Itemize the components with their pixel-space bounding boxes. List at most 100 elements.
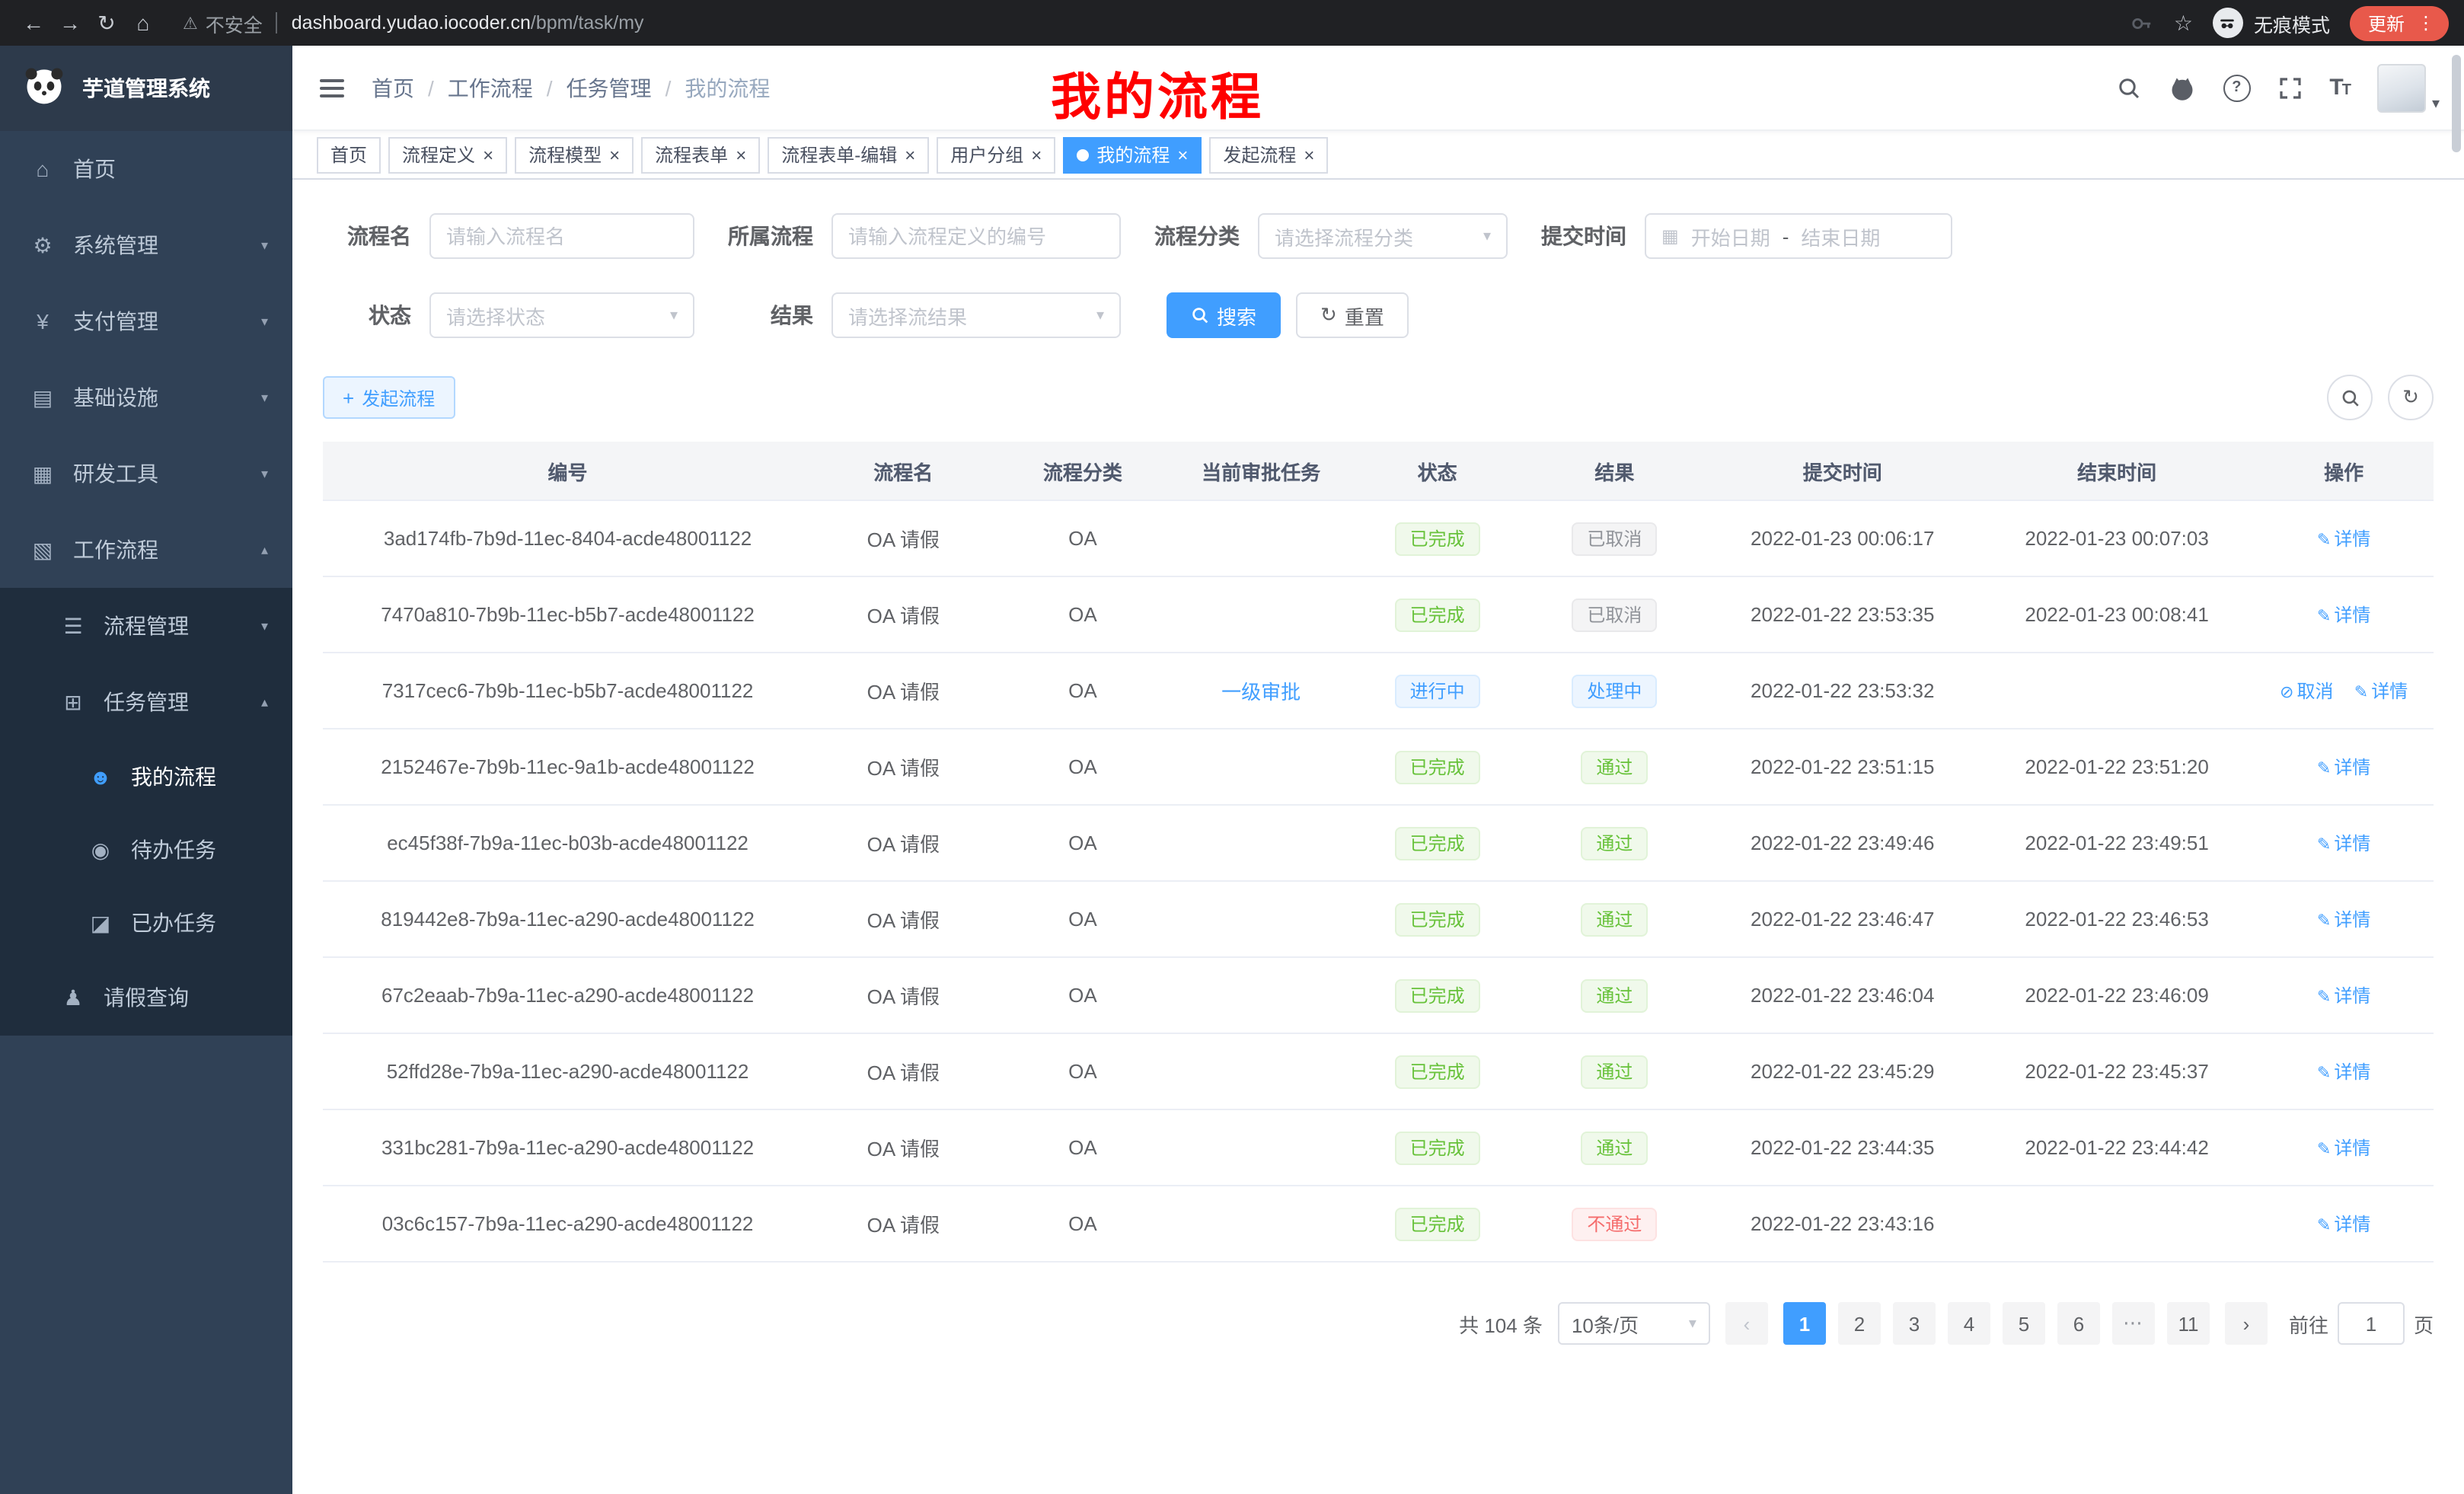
next-page-button[interactable]: › (2225, 1302, 2268, 1345)
detail-link[interactable]: ✎详情 (2317, 985, 2370, 1007)
tab-label: 首页 (330, 142, 367, 168)
submit-time-label: 提交时间 (1541, 221, 1626, 251)
tab-close-icon[interactable]: × (1031, 145, 1042, 164)
sidebar-item-process-mgmt[interactable]: ☰ 流程管理 ▾ (0, 588, 292, 664)
sidebar-item-todo-task[interactable]: ◉ 待办任务 (0, 813, 292, 886)
sidebar-item-home[interactable]: ⌂ 首页 (0, 131, 292, 207)
sidebar-item-devtools[interactable]: ▦ 研发工具 ▾ (0, 436, 292, 512)
page-button[interactable]: 4 (1948, 1302, 1990, 1345)
filter-row-2: 状态 请选择状态 ▾ 结果 请选择流结果 ▾ (323, 292, 2434, 338)
breadcrumb-item[interactable]: 任务管理 (567, 72, 652, 103)
cell-status: 已完成 (1351, 1033, 1524, 1109)
back-icon[interactable]: ← (15, 11, 52, 35)
page-button[interactable]: 1 (1783, 1302, 1826, 1345)
sidebar-item-workflow[interactable]: ▧ 工作流程 ▴ (0, 512, 292, 588)
status-label: 状态 (323, 300, 411, 330)
not-secure-icon: ⚠ (183, 13, 198, 33)
browser-home-icon[interactable]: ⌂ (125, 11, 161, 35)
page-button[interactable]: ⋯ (2112, 1302, 2155, 1345)
result-select[interactable]: 请选择流结果 ▾ (831, 292, 1121, 338)
sidebar-item-my-process[interactable]: ☻ 我的流程 (0, 740, 292, 813)
avatar[interactable] (2377, 63, 2426, 112)
tab-close-icon[interactable]: × (1304, 145, 1314, 164)
scrollbar[interactable] (2452, 55, 2461, 152)
reload-icon[interactable]: ↻ (88, 10, 125, 36)
tab-close-icon[interactable]: × (736, 145, 746, 164)
total-count: 共 104 条 (1459, 1309, 1543, 1338)
sidebar-item-leave-query[interactable]: ♟ 请假查询 (0, 959, 292, 1036)
bookmark-star-icon[interactable]: ☆ (2174, 10, 2193, 36)
tab-start-process[interactable]: 发起流程 × (1209, 136, 1328, 173)
browser-update-button[interactable]: 更新 ⋮ (2350, 5, 2449, 40)
detail-link[interactable]: ✎详情 (2317, 757, 2370, 778)
breadcrumb-item[interactable]: 我的流程 (685, 72, 770, 103)
process-def-input[interactable] (831, 213, 1121, 259)
address-bar[interactable]: ⚠ 不安全 dashboard.yudao.iocoder.cn/bpm/tas… (183, 8, 644, 37)
sidebar-toggle-icon[interactable] (317, 72, 347, 103)
cell-id: 52ffd28e-7b9a-11ec-a290-acde48001122 (323, 1033, 812, 1109)
fullscreen-icon[interactable] (2277, 75, 2302, 100)
forward-icon[interactable]: → (52, 11, 88, 35)
detail-link[interactable]: ✎详情 (2317, 833, 2370, 854)
tab-home[interactable]: 首页 × (317, 136, 381, 173)
page-button[interactable]: 3 (1893, 1302, 1936, 1345)
tab-process-model[interactable]: 流程模型 × (515, 136, 634, 173)
sidebar-item-done-task[interactable]: ◪ 已办任务 (0, 886, 292, 959)
process-name-input[interactable] (429, 213, 694, 259)
breadcrumb-item[interactable]: 首页 (372, 72, 414, 103)
tab-close-icon[interactable]: × (483, 145, 493, 164)
tab-process-definition[interactable]: 流程定义 × (388, 136, 507, 173)
sidebar-item-infrastructure[interactable]: ▤ 基础设施 ▾ (0, 359, 292, 436)
sidebar-item-system[interactable]: ⚙ 系统管理 ▾ (0, 207, 292, 283)
current-task-link[interactable]: 一级审批 (1221, 681, 1301, 704)
search-button[interactable]: 搜索 (1167, 292, 1281, 338)
cancel-link[interactable]: ⊘取消 (2280, 681, 2333, 702)
tab-user-group[interactable]: 用户分组 × (937, 136, 1055, 173)
detail-link[interactable]: ✎详情 (2317, 909, 2370, 931)
goto-page-input[interactable] (2338, 1302, 2405, 1345)
tab-process-form[interactable]: 流程表单 × (641, 136, 760, 173)
cell-result: 不通过 (1524, 1186, 1705, 1262)
category-select[interactable]: 请选择流程分类 ▾ (1258, 213, 1508, 259)
detail-link[interactable]: ✎详情 (2317, 605, 2370, 626)
font-size-icon[interactable]: TT (2329, 75, 2350, 101)
sidebar-item-task-mgmt[interactable]: ⊞ 任务管理 ▴ (0, 664, 292, 740)
cell-result: 处理中 (1524, 653, 1705, 729)
create-process-button[interactable]: + 发起流程 (323, 376, 455, 419)
detail-link[interactable]: ✎详情 (2317, 1214, 2370, 1235)
password-key-icon[interactable] (2131, 11, 2154, 34)
search-icon[interactable] (2116, 75, 2140, 100)
user-menu[interactable]: ▾ (2377, 63, 2440, 112)
cell-end-time: 2022-01-22 23:51:20 (1980, 729, 2254, 805)
prev-page-button[interactable]: ‹ (1725, 1302, 1768, 1345)
tab-my-process[interactable]: 我的流程 × (1063, 136, 1202, 173)
detail-link[interactable]: ✎详情 (2317, 1061, 2370, 1083)
help-icon[interactable]: ? (2223, 74, 2250, 101)
tab-process-form-edit[interactable]: 流程表单-编辑 × (768, 136, 929, 173)
page-size-select[interactable]: 10条/页 ▾ (1558, 1302, 1710, 1345)
github-icon[interactable] (2168, 74, 2195, 101)
search-toggle-button[interactable] (2327, 375, 2373, 420)
date-range-picker[interactable]: ▦ 开始日期 - 结束日期 (1645, 213, 1952, 259)
page-button[interactable]: 2 (1838, 1302, 1881, 1345)
app-logo[interactable]: 芋道管理系统 (0, 46, 292, 131)
tab-close-icon[interactable]: × (609, 145, 620, 164)
filter-status: 状态 请选择状态 ▾ (323, 292, 694, 338)
page-button[interactable]: 11 (2167, 1302, 2210, 1345)
detail-link[interactable]: ✎详情 (2354, 681, 2408, 702)
tab-close-icon[interactable]: × (1177, 145, 1188, 164)
sidebar-item-label: 基础设施 (73, 382, 158, 413)
cell-category: OA (994, 729, 1172, 805)
status-select[interactable]: 请选择状态 ▾ (429, 292, 694, 338)
detail-link[interactable]: ✎详情 (2317, 1138, 2370, 1159)
browser-menu-icon[interactable]: ⋮ (2417, 12, 2435, 34)
page-button[interactable]: 6 (2057, 1302, 2100, 1345)
page-button[interactable]: 5 (2003, 1302, 2045, 1345)
sidebar-item-payment[interactable]: ¥ 支付管理 ▾ (0, 283, 292, 359)
refresh-table-button[interactable]: ↻ (2388, 375, 2434, 420)
tab-close-icon[interactable]: × (905, 145, 915, 164)
filter-result: 结果 请选择流结果 ▾ (728, 292, 1121, 338)
detail-link[interactable]: ✎详情 (2317, 528, 2370, 550)
reset-button[interactable]: ↻ 重置 (1296, 292, 1409, 338)
breadcrumb-item[interactable]: 工作流程 (448, 72, 533, 103)
